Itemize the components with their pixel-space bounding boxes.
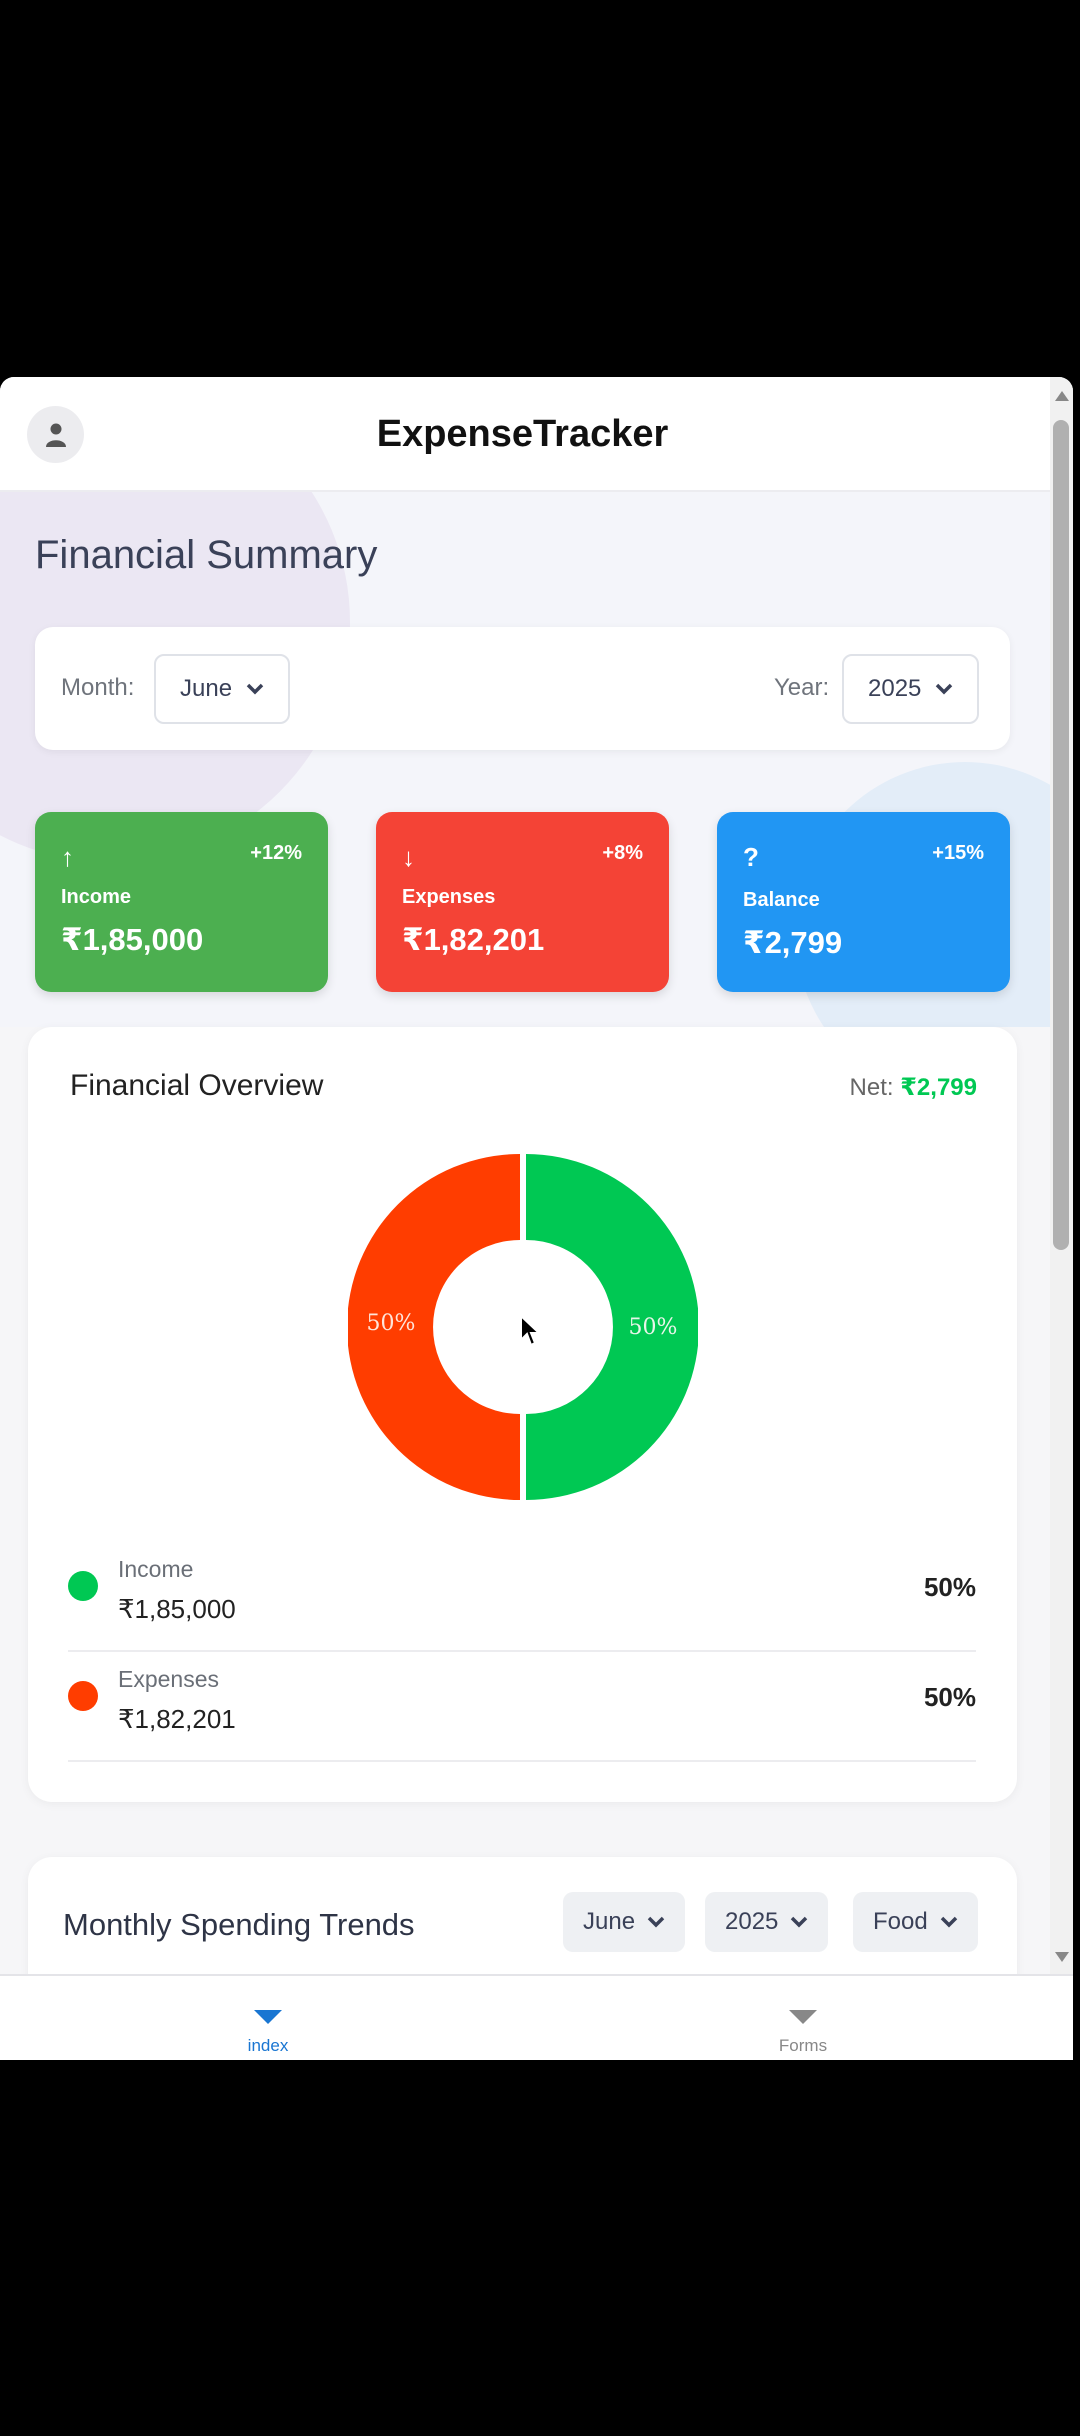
chevron-down-icon — [647, 1916, 665, 1928]
expenses-label: Expenses — [402, 886, 496, 908]
scrollbar[interactable] — [1050, 377, 1073, 1974]
balance-label: Balance — [743, 889, 820, 911]
trends-year-select[interactable]: 2025 — [705, 1892, 829, 1952]
income-dot — [68, 1571, 98, 1601]
question-icon: ? — [743, 842, 759, 872]
app-window: ExpenseTracker Financial Summary Month: … — [0, 377, 1073, 2060]
expenses-dot — [68, 1681, 98, 1711]
expenses-card[interactable]: ↓ +8% Expenses ₹1,82,201 — [376, 812, 669, 992]
chevron-down-icon — [936, 683, 953, 695]
app-header: ExpenseTracker — [0, 377, 1050, 492]
financial-overview-card: Financial Overview Net: ₹2,799 50% 50% I… — [28, 1027, 1017, 1802]
bottom-nav: index Forms — [0, 1974, 1073, 2060]
arrow-down-icon: ↓ — [402, 842, 415, 872]
legend-item-expenses: Expenses ₹1,82,201 50% — [68, 1652, 976, 1762]
income-slice-label: 50% — [629, 1315, 678, 1340]
trends-title: Monthly Spending Trends — [63, 1907, 415, 1942]
nav-indicator-icon — [789, 2010, 817, 2024]
expenses-slice-label: 50% — [367, 1311, 416, 1336]
month-label: Month: — [61, 674, 135, 701]
trends-month-select[interactable]: June — [563, 1892, 686, 1952]
mouse-cursor-icon — [520, 1315, 542, 1347]
chevron-down-icon — [246, 683, 264, 695]
chevron-down-icon — [940, 1916, 957, 1928]
balance-card[interactable]: ? +15% Balance ₹2,799 — [717, 812, 1010, 992]
income-change: +12% — [250, 842, 302, 864]
balance-amount: ₹2,799 — [743, 925, 843, 960]
year-select[interactable]: 2025 — [842, 654, 980, 724]
scroll-down-arrow-icon[interactable] — [1055, 1952, 1069, 1962]
overview-title: Financial Overview — [70, 1069, 324, 1102]
income-label: Income — [61, 886, 132, 908]
expenses-amount: ₹1,82,201 — [402, 922, 545, 957]
net-value: Net: ₹2,799 — [849, 1074, 977, 1101]
trends-category-select[interactable]: Food — [853, 1892, 978, 1952]
scrollbar-thumb[interactable] — [1053, 420, 1069, 1250]
date-filter-card: Month: June Year: 2025 — [35, 627, 1010, 750]
nav-indicator-icon — [254, 2010, 282, 2024]
year-label: Year: — [774, 674, 830, 701]
expenses-change: +8% — [602, 842, 643, 864]
month-select[interactable]: June — [154, 654, 291, 724]
balance-change: +15% — [932, 842, 984, 864]
legend-item-income: Income ₹1,85,000 50% — [68, 1542, 976, 1652]
income-card[interactable]: ↑ +12% Income ₹1,85,000 — [35, 812, 328, 992]
scroll-up-arrow-icon[interactable] — [1055, 391, 1069, 401]
arrow-up-icon: ↑ — [61, 842, 74, 872]
income-amount: ₹1,85,000 — [61, 922, 204, 957]
nav-item-forms[interactable]: Forms — [703, 1976, 903, 2060]
page-title: Financial Summary — [35, 533, 378, 577]
app-title: ExpenseTracker — [376, 413, 669, 455]
chevron-down-icon — [791, 1916, 808, 1928]
nav-item-index[interactable]: index — [168, 1976, 368, 2060]
